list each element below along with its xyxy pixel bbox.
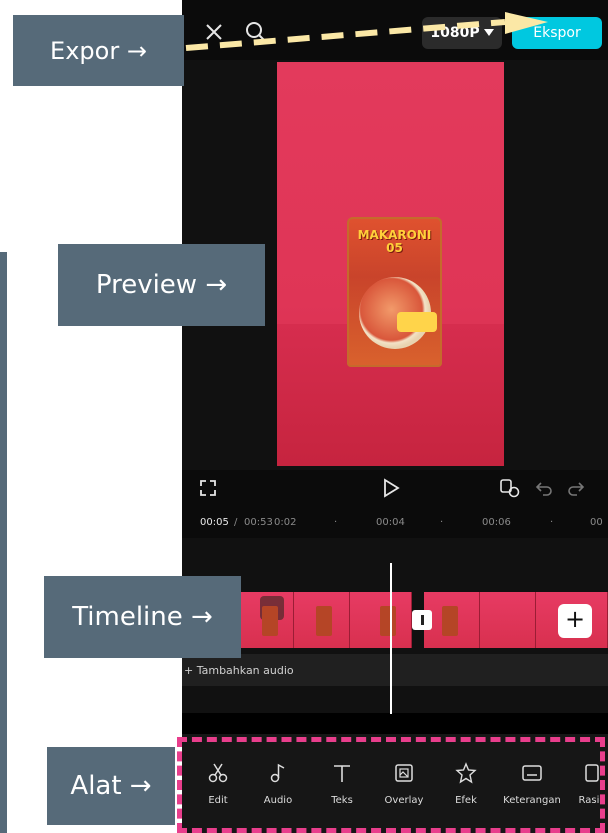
export-button[interactable]: Ekspor [512, 17, 602, 49]
add-audio-button[interactable]: + Tambahkan audio [182, 654, 608, 686]
total-time: 00:53 [244, 517, 273, 528]
keyframe-icon[interactable] [498, 477, 522, 499]
annotation-export-text: Expor → [50, 36, 147, 65]
ruler-tick: · [440, 517, 444, 528]
ruler-tick: · [334, 517, 338, 528]
clip-thumbnail[interactable] [424, 592, 480, 648]
resolution-label: 1080P [430, 25, 480, 41]
snack-package: MAKARONI 05 [347, 217, 442, 367]
play-icon[interactable] [380, 477, 402, 499]
annotation-preview-text: Preview → [95, 270, 228, 300]
ruler-tick: 00:06 [482, 517, 511, 528]
annotation-tools: Alat → [47, 747, 175, 825]
export-label: Ekspor [533, 25, 581, 41]
chevron-down-icon [483, 29, 494, 36]
clip-thumbnail[interactable] [350, 592, 412, 648]
annotation-timeline-text: Timeline → [72, 602, 213, 632]
timeline-panel[interactable]: + + Tambahkan audio [182, 538, 608, 713]
annotation-side-bar [0, 252, 7, 833]
search-icon[interactable] [244, 20, 268, 44]
resolution-dropdown[interactable]: 1080P [422, 17, 502, 49]
expand-icon[interactable] [198, 478, 218, 498]
top-bar: 1080P Ekspor [182, 0, 608, 60]
ruler-tick: · [550, 517, 554, 528]
clip-thumbnail[interactable] [238, 592, 294, 648]
clip-thumbnail[interactable] [294, 592, 350, 648]
close-icon[interactable] [202, 20, 226, 44]
time-ruler: 00:05 / 00:53 0:02 · 00:04 · 00:06 · 00 [182, 506, 608, 538]
transition-marker[interactable] [412, 610, 432, 630]
ruler-tick: 00:04 [376, 517, 405, 528]
playhead[interactable] [390, 563, 392, 714]
playback-controls [182, 470, 608, 506]
product-sticker [397, 312, 437, 332]
annotation-tools-text: Alat → [70, 771, 152, 801]
video-editor-app: 1080P Ekspor MAKARONI 05 00:05 / 00:53 0… [182, 0, 608, 833]
ruler-tick: 00 [590, 517, 603, 528]
annotation-timeline: Timeline → [44, 576, 241, 658]
add-audio-label: + Tambahkan audio [184, 663, 294, 677]
video-frame: MAKARONI 05 [277, 62, 504, 466]
ruler-tick: 0:02 [274, 517, 297, 528]
product-brand-text: MAKARONI 05 [357, 228, 432, 255]
time-separator: / [234, 517, 238, 528]
current-time: 00:05 [200, 517, 229, 528]
toolbar-highlight-box [177, 737, 605, 833]
add-clip-button[interactable]: + [558, 604, 592, 638]
clip-thumbnail[interactable] [480, 592, 536, 648]
undo-icon[interactable] [534, 478, 554, 498]
redo-icon[interactable] [566, 478, 586, 498]
annotation-export: Expor → [13, 15, 184, 86]
video-track[interactable] [182, 592, 608, 648]
annotation-preview: Preview → [58, 244, 265, 326]
